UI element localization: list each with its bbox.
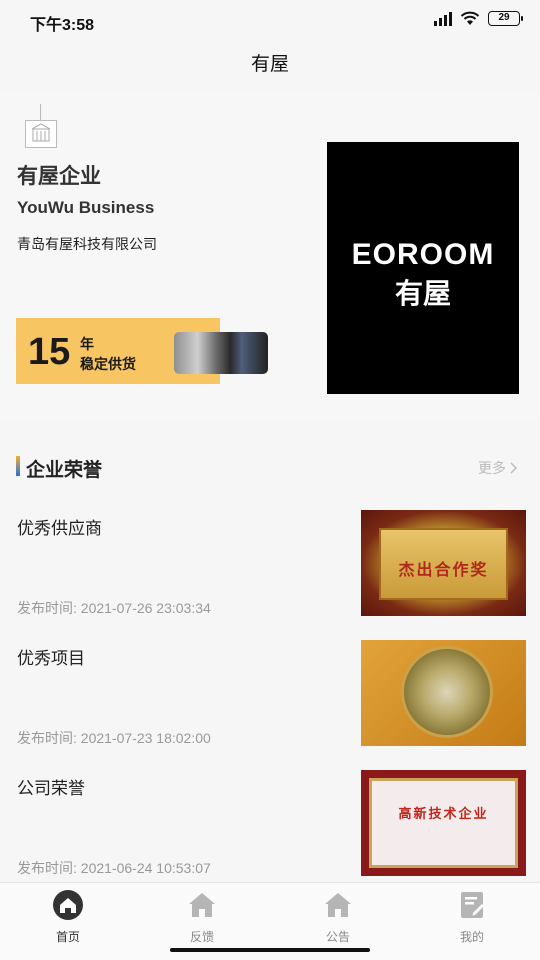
factory-photo	[174, 332, 268, 374]
tab-label: 我的	[459, 930, 484, 944]
logo-text-en: EOROOM	[351, 238, 495, 271]
more-link[interactable]: 更多	[478, 458, 518, 478]
tab-feedback[interactable]: 反馈	[152, 889, 252, 945]
honors-section-header: 企业荣誉 更多	[0, 448, 540, 484]
wifi-icon	[460, 11, 480, 25]
building-icon	[24, 104, 58, 148]
home-icon	[53, 890, 83, 920]
award-plaque-image: 杰出合作奖	[361, 510, 526, 616]
honor-list-item[interactable]: 优秀项目 发布时间: 2021-07-23 18:02:00	[0, 640, 540, 750]
certificate-image-text: 高新技术企业	[398, 806, 489, 821]
honors-title: 企业荣誉	[26, 460, 103, 481]
chevron-right-icon	[510, 462, 518, 474]
tab-home[interactable]: 首页	[18, 889, 118, 945]
honor-publish-time: 发布时间: 2021-07-26 23:03:34	[17, 600, 211, 616]
company-card: 有屋企业 YouWu Business 青岛有屋科技有限公司 15 年 稳定供货…	[0, 92, 540, 420]
status-bar: 下午3:58 29	[0, 0, 540, 40]
company-name: 有屋企业	[17, 165, 101, 188]
award-image-text: 杰出合作奖	[398, 562, 489, 579]
tab-announcement[interactable]: 公告	[288, 889, 388, 945]
honor-list-item[interactable]: 优秀供应商 发布时间: 2021-07-26 23:03:34 杰出合作奖	[0, 510, 540, 620]
section-accent-bar	[16, 456, 20, 476]
years-number: 15	[28, 331, 71, 373]
tab-label: 首页	[55, 930, 80, 944]
more-label: 更多	[478, 460, 506, 476]
honor-title: 公司荣誉	[17, 779, 85, 798]
battery-icon: 29	[488, 11, 523, 26]
years-description: 稳定供货	[80, 356, 136, 372]
honor-title: 优秀项目	[17, 649, 85, 668]
certificate-image: 高新技术企业	[361, 770, 526, 876]
honor-title: 优秀供应商	[17, 519, 102, 538]
company-full-name: 青岛有屋科技有限公司	[17, 236, 157, 252]
tab-label: 公告	[325, 930, 350, 944]
tab-label: 反馈	[189, 930, 214, 944]
tab-mine[interactable]: 我的	[422, 889, 522, 945]
honor-publish-time: 发布时间: 2021-07-23 18:02:00	[17, 730, 211, 746]
company-name-en: YouWu Business	[17, 198, 155, 217]
nav-bar: 有屋	[0, 40, 540, 90]
years-unit: 年	[80, 336, 94, 352]
company-logo: EOROOM 有屋	[327, 142, 519, 394]
home-icon	[325, 893, 351, 917]
logo-text-cn: 有屋	[394, 278, 451, 309]
honor-list-item[interactable]: 公司荣誉 发布时间: 2021-06-24 10:53:07 高新技术企业	[0, 770, 540, 880]
edit-document-icon	[461, 892, 484, 918]
home-indicator	[170, 948, 370, 952]
signal-icon	[434, 11, 452, 26]
award-medal-image	[361, 640, 526, 746]
status-time: 下午3:58	[30, 17, 95, 34]
page-title: 有屋	[250, 54, 289, 75]
honor-publish-time: 发布时间: 2021-06-24 10:53:07	[17, 860, 211, 876]
home-icon	[189, 893, 215, 917]
status-icons: 29	[434, 11, 523, 26]
